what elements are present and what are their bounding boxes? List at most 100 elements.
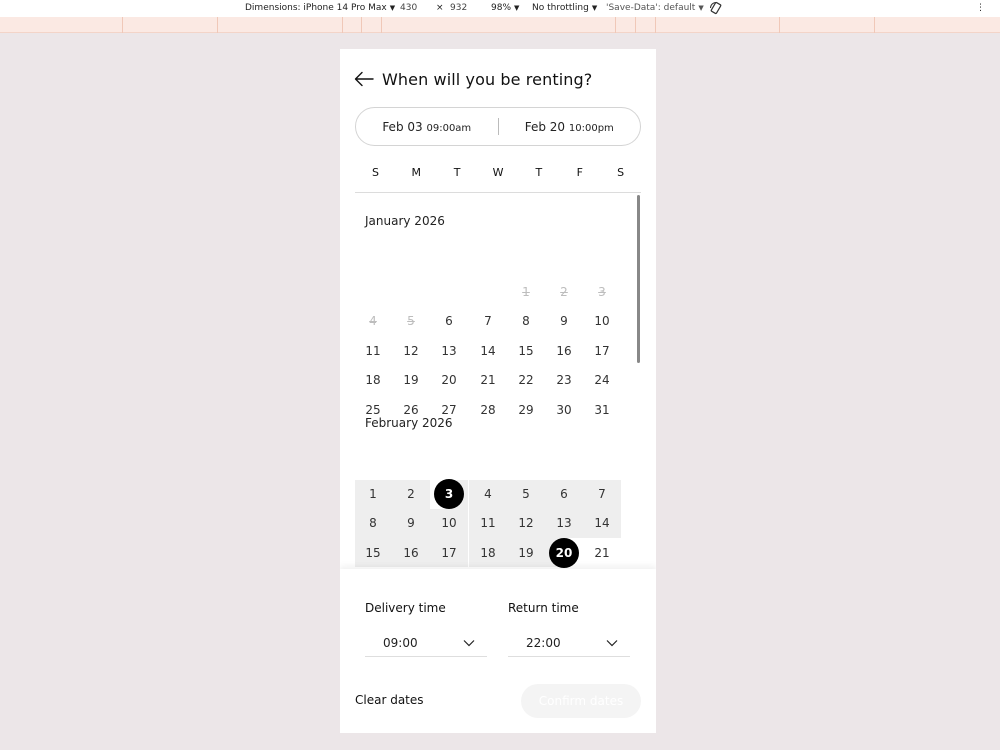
arrow-left-icon: [354, 71, 374, 87]
ruler-tick: [635, 17, 636, 33]
more-options-icon[interactable]: ⋮: [976, 3, 985, 13]
calendar-day: 4: [369, 314, 377, 329]
save-data-dropdown[interactable]: 'Save-Data': default ▼: [606, 3, 704, 13]
weekday-label: F: [576, 166, 583, 179]
calendar-day[interactable]: 6: [545, 479, 583, 509]
calendar-day[interactable]: 10: [430, 508, 468, 538]
time-selection-panel: Delivery time 09:00 Return time 22:00 Cl…: [340, 569, 656, 733]
width-input[interactable]: 430: [400, 3, 417, 13]
calendar-day[interactable]: 15: [507, 336, 545, 365]
calendar-day[interactable]: 19: [507, 538, 545, 568]
calendar-day: 3: [598, 285, 606, 299]
calendar-day[interactable]: 3: [430, 479, 468, 509]
clear-dates-button[interactable]: Clear dates: [355, 693, 424, 707]
media-query-ruler: [0, 17, 1000, 33]
calendar-day[interactable]: 12: [507, 508, 545, 538]
date-range-summary: Feb 03 09:00am Feb 20 10:00pm: [355, 107, 641, 146]
calendar-day[interactable]: 21: [583, 538, 621, 567]
date-picker-screen: When will you be renting? Feb 03 09:00am…: [340, 49, 656, 733]
chevron-down-icon: [463, 639, 475, 646]
end-date-button[interactable]: Feb 20 10:00pm: [499, 120, 641, 134]
ruler-tick: [217, 17, 218, 33]
calendar-day[interactable]: 13: [430, 336, 468, 365]
ruler-tick: [874, 17, 875, 33]
ruler-tick: [779, 17, 780, 33]
return-time-group: Return time 22:00: [508, 601, 630, 657]
back-button[interactable]: [354, 69, 374, 89]
calendar-day[interactable]: 7: [583, 479, 621, 509]
weekday-label: S: [617, 166, 625, 179]
weekday-label: T: [453, 166, 461, 179]
weekday-label: T: [535, 166, 543, 179]
delivery-time-label: Delivery time: [365, 601, 446, 615]
start-date-button[interactable]: Feb 03 09:00am: [356, 120, 498, 134]
calendar-day: 2: [560, 285, 568, 299]
calendar-day[interactable]: 11: [469, 508, 507, 538]
calendar-day[interactable]: 9: [545, 307, 583, 336]
calendar-day[interactable]: 1: [355, 479, 392, 509]
header: When will you be renting?: [354, 67, 592, 91]
calendar-day[interactable]: 12: [392, 336, 430, 365]
calendar-day: 1: [522, 285, 530, 299]
chevron-down-icon: ▼: [591, 4, 598, 12]
ruler-tick: [361, 17, 362, 33]
calendar-day[interactable]: 11: [355, 336, 392, 365]
return-time-select[interactable]: 22:00: [508, 629, 630, 657]
chevron-down-icon: ▼: [698, 4, 704, 12]
calendar-day[interactable]: 8: [507, 307, 545, 336]
calendar-day[interactable]: 30: [545, 395, 583, 424]
calendar-day[interactable]: 9: [392, 508, 430, 538]
ruler-tick: [122, 17, 123, 33]
throttling-dropdown[interactable]: No throttling ▼: [532, 3, 597, 13]
calendar-day[interactable]: 16: [545, 336, 583, 365]
calendar-day[interactable]: 14: [583, 508, 621, 538]
page-title: When will you be renting?: [382, 69, 593, 89]
calendar-day[interactable]: 10: [583, 307, 621, 336]
device-dimensions-dropdown[interactable]: Dimensions: iPhone 14 Pro Max ▼: [245, 3, 395, 13]
weekday-label: W: [492, 166, 504, 179]
calendar-day[interactable]: 18: [469, 538, 507, 568]
month-label: January 2026: [365, 214, 445, 228]
calendar-day[interactable]: 14: [469, 336, 507, 365]
end-time: 10:00pm: [568, 122, 614, 134]
calendar-day[interactable]: 29: [507, 395, 545, 424]
delivery-time-select[interactable]: 09:00: [365, 629, 487, 657]
calendar-day[interactable]: 20: [545, 537, 583, 568]
calendar-day[interactable]: 6: [430, 307, 468, 336]
calendar-scrollbar[interactable]: [637, 195, 640, 363]
calendar-day[interactable]: 8: [355, 508, 392, 538]
device-dimensions-label: Dimensions: iPhone 14 Pro Max: [245, 3, 387, 13]
confirm-dates-button[interactable]: Confirm dates: [521, 684, 641, 718]
delivery-time-group: Delivery time 09:00: [365, 601, 487, 657]
calendar-day[interactable]: 25: [355, 395, 392, 424]
calendar-day[interactable]: 2: [392, 479, 430, 509]
calendar-day[interactable]: 16: [392, 538, 430, 568]
rotate-icon[interactable]: [709, 1, 723, 18]
height-input[interactable]: 932: [450, 3, 467, 13]
zoom-dropdown[interactable]: 98% ▼: [491, 3, 519, 13]
calendar-day[interactable]: 19: [392, 366, 430, 395]
calendar-day[interactable]: 24: [583, 366, 621, 395]
calendar-day[interactable]: 7: [469, 307, 507, 336]
calendar-day[interactable]: 20: [430, 366, 468, 395]
calendar-day[interactable]: 28: [469, 395, 507, 424]
calendar-day[interactable]: 23: [545, 366, 583, 395]
calendar-day[interactable]: 31: [583, 395, 621, 424]
selected-day-marker: 3: [434, 479, 464, 509]
calendar-day[interactable]: 5: [507, 479, 545, 509]
calendar-day[interactable]: 17: [583, 336, 621, 365]
calendar-day[interactable]: 17: [430, 538, 468, 568]
calendar-day[interactable]: 15: [355, 538, 392, 568]
ruler-tick: [615, 17, 616, 33]
zoom-label: 98%: [491, 3, 512, 13]
calendar-day[interactable]: 13: [545, 508, 583, 538]
start-time: 09:00am: [426, 122, 472, 134]
calendar-scroll[interactable]: January 2026 February 2026 1 2 3 4 5 6 7 8 9 10 11…: [355, 194, 641, 570]
calendar-day[interactable]: 22: [507, 366, 545, 395]
selected-day-marker: 20: [549, 537, 579, 568]
calendar-day[interactable]: 27: [430, 395, 468, 424]
calendar-day[interactable]: 4: [469, 479, 507, 509]
calendar-day[interactable]: 18: [355, 366, 392, 395]
calendar-day[interactable]: 21: [469, 366, 507, 395]
calendar-day[interactable]: 26: [392, 395, 430, 424]
